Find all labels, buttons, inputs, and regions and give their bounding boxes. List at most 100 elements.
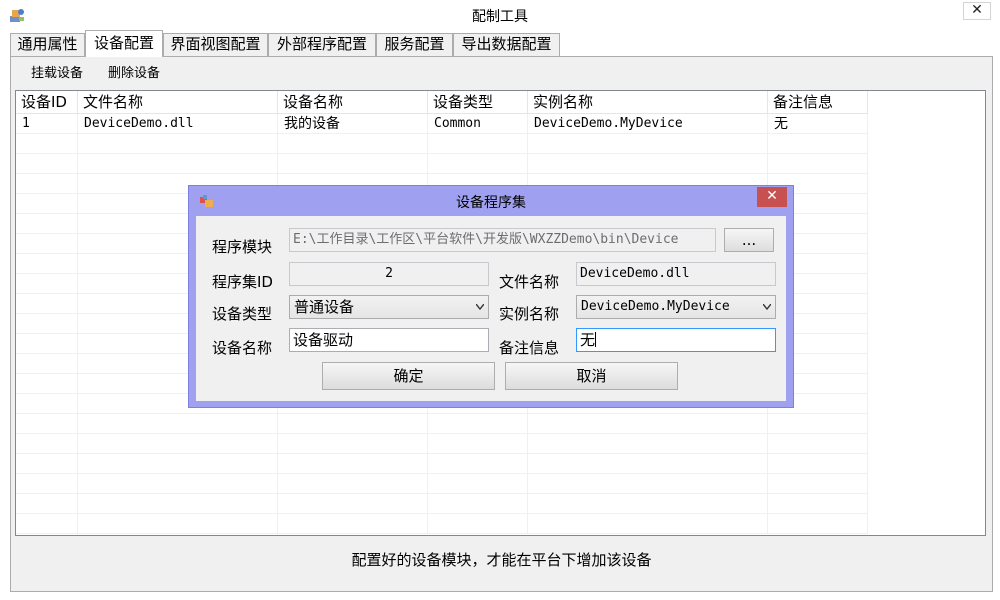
instance-name-select[interactable]: DeviceDemo.MyDevice (576, 295, 776, 319)
empty-cell (78, 414, 278, 434)
chevron-down-icon (476, 304, 484, 310)
empty-cell (428, 134, 528, 154)
empty-cell (528, 434, 768, 454)
tab-general[interactable]: 通用属性 (10, 33, 85, 56)
empty-cell (16, 254, 78, 274)
empty-cell (16, 494, 78, 514)
delete-device-button[interactable]: 删除设备 (108, 65, 160, 83)
tab-view-config[interactable]: 界面视图配置 (163, 33, 268, 56)
module-label: 程序模块 (212, 238, 273, 256)
empty-cell (278, 514, 428, 534)
empty-cell (768, 154, 868, 174)
empty-table-row (16, 514, 985, 534)
empty-cell (278, 454, 428, 474)
device-name-field[interactable]: 设备驱动 (289, 328, 489, 352)
empty-cell (16, 454, 78, 474)
empty-cell (78, 434, 278, 454)
ok-button[interactable]: 确定 (322, 362, 495, 390)
device-type-value: 普通设备 (294, 298, 355, 316)
empty-cell (768, 414, 868, 434)
cell-device-name: 我的设备 (278, 114, 428, 134)
device-type-select[interactable]: 普通设备 (289, 295, 489, 319)
instance-name-label: 实例名称 (499, 305, 560, 323)
assembly-dialog: 设备程序集 ✕ 程序模块 E:\工作目录\工作区\平台软件\开发版\WXZZDe… (188, 185, 794, 408)
title-bar: 配制工具 ✕ (0, 0, 1000, 30)
toolbar: 挂载设备 删除设备 (16, 60, 988, 88)
empty-cell (78, 134, 278, 154)
file-name-field[interactable]: DeviceDemo.dll (576, 262, 776, 286)
cell-remark: 无 (768, 114, 868, 134)
remark-label: 备注信息 (499, 339, 560, 357)
empty-cell (528, 514, 768, 534)
device-name-label: 设备名称 (212, 339, 273, 357)
text-caret (595, 332, 597, 347)
cell-instance-name: DeviceDemo.MyDevice (528, 114, 768, 134)
empty-cell (16, 334, 78, 354)
empty-cell (428, 474, 528, 494)
cancel-button[interactable]: 取消 (505, 362, 678, 390)
empty-cell (16, 294, 78, 314)
remark-field[interactable]: 无 (576, 328, 776, 352)
window-close-button[interactable]: ✕ (963, 2, 991, 20)
column-header-remark[interactable]: 备注信息 (768, 91, 868, 114)
empty-cell (78, 514, 278, 534)
empty-cell (16, 354, 78, 374)
chevron-down-icon (763, 304, 771, 310)
empty-table-row (16, 494, 985, 514)
empty-cell (528, 494, 768, 514)
empty-table-row (16, 454, 985, 474)
tab-external-program-config[interactable]: 外部程序配置 (268, 33, 376, 56)
instance-name-value: DeviceDemo.MyDevice (581, 299, 730, 314)
column-header-device-name[interactable]: 设备名称 (278, 91, 428, 114)
assembly-id-label: 程序集ID (212, 273, 273, 291)
cell-device-type: Common (428, 114, 528, 134)
empty-cell (528, 454, 768, 474)
empty-cell (528, 134, 768, 154)
empty-cell (528, 474, 768, 494)
empty-cell (78, 494, 278, 514)
tab-device-config[interactable]: 设备配置 (85, 30, 163, 57)
column-header-device-type[interactable]: 设备类型 (428, 91, 528, 114)
empty-cell (278, 134, 428, 154)
window-title: 配制工具 (472, 9, 528, 25)
empty-cell (528, 154, 768, 174)
module-path-field[interactable]: E:\工作目录\工作区\平台软件\开发版\WXZZDemo\bin\Device (289, 228, 716, 252)
close-icon: ✕ (766, 188, 778, 204)
empty-cell (16, 374, 78, 394)
empty-cell (768, 434, 868, 454)
empty-cell (768, 474, 868, 494)
table-header: 设备ID 文件名称 设备名称 设备类型 实例名称 备注信息 (16, 91, 985, 114)
empty-table-row (16, 474, 985, 494)
empty-cell (16, 134, 78, 154)
cell-file-name: DeviceDemo.dll (78, 114, 278, 134)
empty-cell (278, 494, 428, 514)
assembly-id-field[interactable]: 2 (289, 262, 489, 286)
dialog-close-button[interactable]: ✕ (757, 187, 787, 207)
empty-cell (768, 454, 868, 474)
browse-button[interactable]: ... (724, 228, 774, 252)
empty-cell (278, 154, 428, 174)
file-name-label: 文件名称 (499, 273, 560, 291)
table-row[interactable]: 1 DeviceDemo.dll 我的设备 Common DeviceDemo.… (16, 114, 985, 134)
tab-export-data-config[interactable]: 导出数据配置 (453, 33, 560, 56)
close-icon: ✕ (971, 2, 983, 18)
column-header-instance-name[interactable]: 实例名称 (528, 91, 768, 114)
empty-table-row (16, 154, 985, 174)
empty-cell (428, 494, 528, 514)
empty-cell (768, 494, 868, 514)
mount-device-button[interactable]: 挂载设备 (31, 65, 83, 83)
empty-cell (278, 474, 428, 494)
empty-cell (16, 414, 78, 434)
remark-value: 无 (580, 331, 596, 349)
empty-cell (16, 274, 78, 294)
empty-cell (16, 174, 78, 194)
empty-cell (428, 514, 528, 534)
column-header-file-name[interactable]: 文件名称 (78, 91, 278, 114)
empty-cell (16, 394, 78, 414)
cell-device-id: 1 (16, 114, 78, 134)
empty-cell (528, 414, 768, 434)
tab-service-config[interactable]: 服务配置 (376, 33, 453, 56)
empty-cell (78, 154, 278, 174)
column-header-device-id[interactable]: 设备ID (16, 91, 78, 114)
empty-cell (16, 234, 78, 254)
